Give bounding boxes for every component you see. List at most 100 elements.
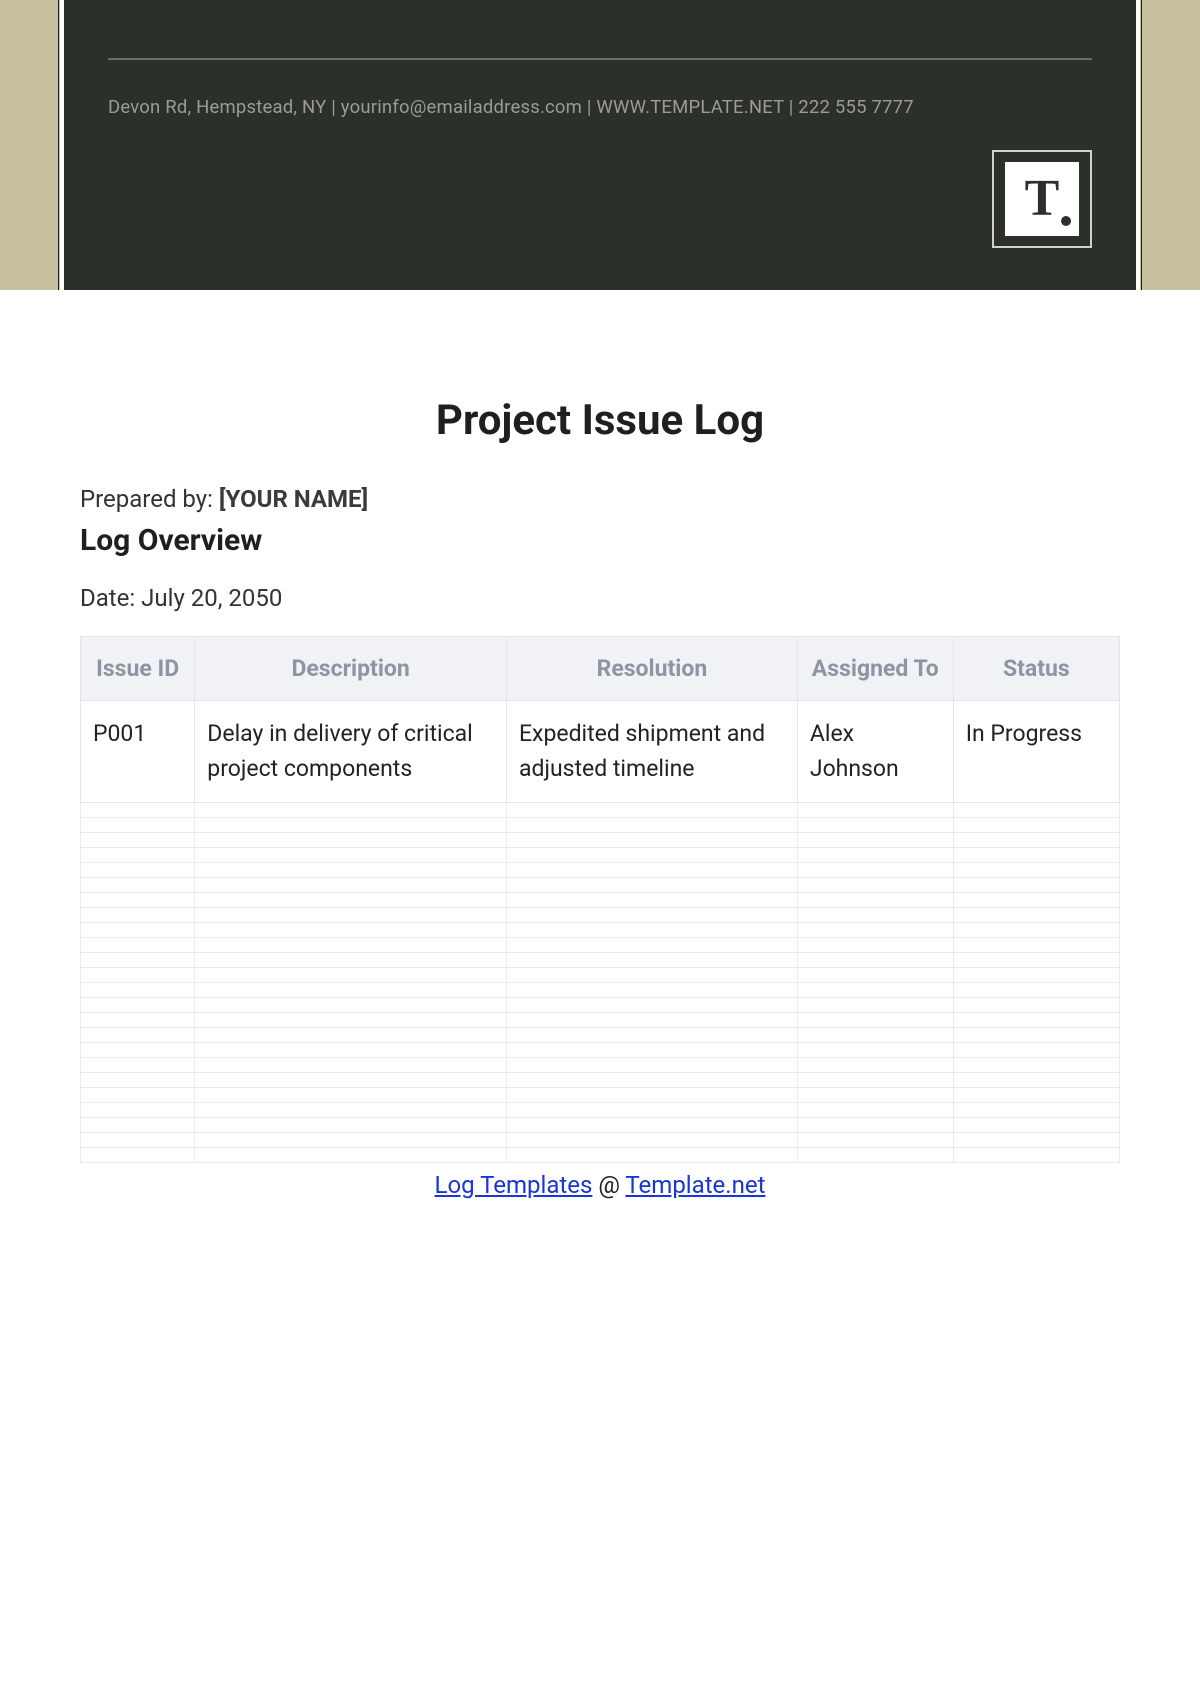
issue-table: Issue ID Description Resolution Assigned… — [80, 636, 1120, 1163]
date-value: July 20, 2050 — [141, 584, 282, 612]
table-cell-blank — [195, 998, 507, 1013]
table-cell: Delay in delivery of critical project co… — [195, 701, 507, 803]
table-cell-blank — [506, 953, 797, 968]
table-cell-blank — [195, 863, 507, 878]
table-cell-blank — [195, 818, 507, 833]
col-assigned-to: Assigned To — [797, 637, 953, 701]
table-cell-blank — [195, 1118, 507, 1133]
table-cell-blank — [953, 1028, 1119, 1043]
table-cell-blank — [195, 1133, 507, 1148]
table-cell-blank — [195, 833, 507, 848]
table-cell-blank — [506, 1058, 797, 1073]
table-cell-blank — [81, 1088, 195, 1103]
table-cell-blank — [81, 908, 195, 923]
table-cell-blank — [953, 1073, 1119, 1088]
col-description: Description — [195, 637, 507, 701]
table-cell-blank — [506, 1118, 797, 1133]
table-cell-blank — [797, 893, 953, 908]
table-row-blank — [81, 923, 1120, 938]
table-row: P001Delay in delivery of critical projec… — [81, 701, 1120, 803]
table-cell-blank — [797, 803, 953, 818]
table-cell-blank — [797, 908, 953, 923]
header-divider — [108, 58, 1092, 60]
logo-letter: T — [1025, 173, 1060, 225]
table-cell-blank — [506, 938, 797, 953]
table-cell-blank — [81, 833, 195, 848]
table-row-blank — [81, 953, 1120, 968]
table-row-blank — [81, 1133, 1120, 1148]
table-cell-blank — [953, 1133, 1119, 1148]
table-cell-blank — [953, 908, 1119, 923]
table-row-blank — [81, 1088, 1120, 1103]
table-cell-blank — [195, 1058, 507, 1073]
table-cell: Alex Johnson — [797, 701, 953, 803]
table-cell: In Progress — [953, 701, 1119, 803]
table-cell-blank — [797, 1073, 953, 1088]
table-cell-blank — [797, 1118, 953, 1133]
table-cell-blank — [81, 893, 195, 908]
table-cell-blank — [81, 863, 195, 878]
table-cell-blank — [797, 1148, 953, 1163]
table-cell-blank — [797, 923, 953, 938]
table-row-blank — [81, 1073, 1120, 1088]
table-row-blank — [81, 848, 1120, 863]
table-cell-blank — [506, 1073, 797, 1088]
table-cell-blank — [195, 1028, 507, 1043]
table-cell-blank — [81, 1043, 195, 1058]
footer-link-template-net[interactable]: Template.net — [625, 1171, 765, 1199]
table-row-blank — [81, 1028, 1120, 1043]
footer-link-log-templates[interactable]: Log Templates — [435, 1171, 593, 1199]
table-row-blank — [81, 998, 1120, 1013]
table-cell-blank — [195, 983, 507, 998]
table-row-blank — [81, 968, 1120, 983]
table-cell-blank — [953, 803, 1119, 818]
table-cell-blank — [81, 1073, 195, 1088]
logo-frame: T — [992, 150, 1092, 248]
table-cell-blank — [195, 1088, 507, 1103]
table-cell-blank — [506, 1133, 797, 1148]
col-status: Status — [953, 637, 1119, 701]
table-cell-blank — [506, 1043, 797, 1058]
table-cell-blank — [81, 998, 195, 1013]
table-cell: Expedited shipment and adjusted timeline — [506, 701, 797, 803]
footer-separator: @ — [592, 1171, 625, 1199]
table-row-blank — [81, 1103, 1120, 1118]
table-cell-blank — [506, 893, 797, 908]
prepared-by-value: [YOUR NAME] — [219, 485, 368, 513]
header-dark-panel: Devon Rd, Hempstead, NY | yourinfo@email… — [60, 0, 1140, 290]
table-cell-blank — [797, 818, 953, 833]
table-row-blank — [81, 1118, 1120, 1133]
table-cell-blank — [195, 1073, 507, 1088]
table-cell-blank — [195, 1103, 507, 1118]
table-cell-blank — [195, 923, 507, 938]
table-cell-blank — [506, 1028, 797, 1043]
table-cell-blank — [953, 1088, 1119, 1103]
table-cell-blank — [797, 998, 953, 1013]
col-resolution: Resolution — [506, 637, 797, 701]
table-cell-blank — [797, 1043, 953, 1058]
table-cell-blank — [506, 818, 797, 833]
table-cell-blank — [506, 923, 797, 938]
table-cell-blank — [195, 803, 507, 818]
table-cell-blank — [81, 938, 195, 953]
table-cell-blank — [797, 1088, 953, 1103]
table-row-blank — [81, 803, 1120, 818]
table-row-blank — [81, 833, 1120, 848]
table-cell-blank — [797, 1028, 953, 1043]
table-cell-blank — [81, 983, 195, 998]
table-cell-blank — [797, 863, 953, 878]
document-body: Project Issue Log Prepared by: [YOUR NAM… — [60, 290, 1140, 1239]
table-cell-blank — [953, 1148, 1119, 1163]
table-cell-blank — [953, 983, 1119, 998]
table-cell-blank — [953, 998, 1119, 1013]
table-cell-blank — [195, 938, 507, 953]
table-row-blank — [81, 818, 1120, 833]
table-cell-blank — [797, 1103, 953, 1118]
table-cell-blank — [81, 878, 195, 893]
table-cell-blank — [953, 1103, 1119, 1118]
table-cell-blank — [195, 953, 507, 968]
table-row-blank — [81, 1148, 1120, 1163]
table-row-blank — [81, 878, 1120, 893]
table-cell-blank — [953, 968, 1119, 983]
table-cell-blank — [81, 1058, 195, 1073]
